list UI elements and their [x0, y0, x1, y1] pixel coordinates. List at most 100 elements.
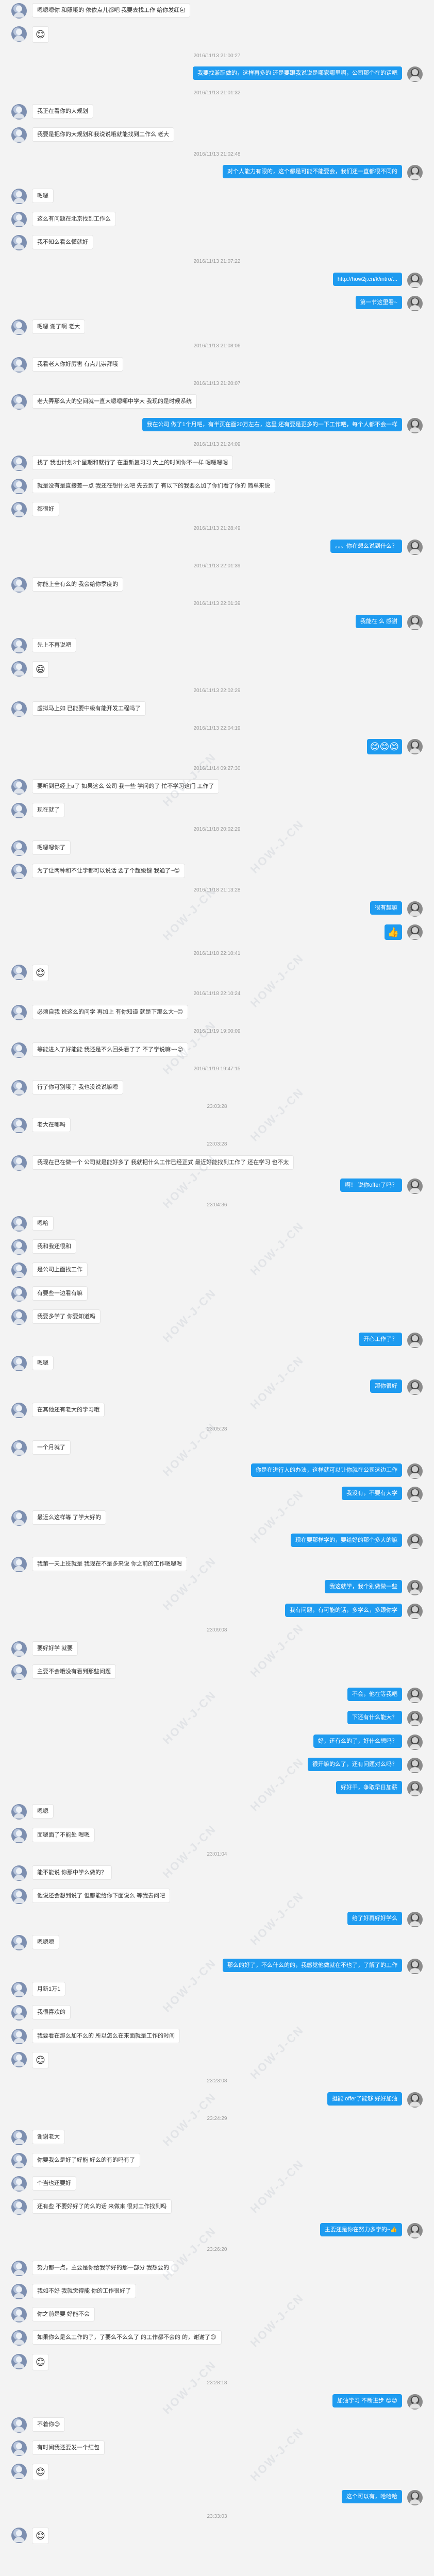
message-bubble[interactable]: 嗯嗯嗯你了 [32, 840, 71, 855]
contact-avatar[interactable] [11, 1356, 27, 1371]
message-bubble[interactable]: 😊 [32, 965, 49, 981]
message-bubble[interactable]: 我能在 么 感谢 [355, 615, 402, 628]
contact-avatar[interactable] [11, 1403, 27, 1418]
contact-avatar[interactable] [11, 1239, 27, 1255]
message-bubble[interactable]: 😊 [32, 2528, 49, 2544]
contact-avatar[interactable] [11, 2330, 27, 2346]
message-bubble[interactable]: 我没有，不要有大学 [342, 1487, 402, 1500]
message-bubble[interactable]: 有时间我还要发一个红包 [32, 2440, 105, 2455]
user-avatar[interactable] [407, 901, 423, 917]
user-avatar[interactable] [407, 2223, 423, 2238]
user-avatar[interactable] [407, 1711, 423, 1726]
user-avatar[interactable] [407, 1178, 423, 1194]
message-bubble[interactable]: 嗯嗯 [32, 189, 54, 203]
message-bubble[interactable]: 😊😊😊 [366, 739, 402, 754]
user-avatar[interactable] [407, 1781, 423, 1796]
message-bubble[interactable]: 老大在哪吗 [32, 1118, 71, 1132]
message-bubble[interactable]: 我要看在那么加不么的 所以怎么在来面就是工作的时间 [32, 2029, 180, 2043]
contact-avatar[interactable] [11, 701, 27, 717]
contact-avatar[interactable] [11, 319, 27, 335]
message-bubble[interactable]: 先上不再说吧 [32, 638, 76, 652]
user-avatar[interactable] [407, 1333, 423, 1348]
user-avatar[interactable] [407, 615, 423, 630]
contact-avatar[interactable] [11, 2464, 27, 2479]
message-bubble[interactable]: 我要是把你的大规划和我说说哦就能找到工作么 老大 [32, 127, 175, 142]
contact-avatar[interactable] [11, 1005, 27, 1020]
contact-avatar[interactable] [11, 2029, 27, 2044]
message-bubble[interactable]: 嗯嗯嗯 [32, 1935, 59, 1949]
user-avatar[interactable] [407, 296, 423, 311]
user-avatar[interactable] [407, 418, 423, 433]
message-bubble[interactable]: 我正在看你的大规划 [32, 104, 93, 119]
message-bubble[interactable]: 老大弄那么大的空间就一直大嗯嗯哪中学大 我现的是时候系统 [32, 394, 197, 409]
message-bubble[interactable]: 个当也还要好 [32, 2176, 76, 2191]
message-bubble[interactable]: 。。。你在想么说到什么？ [330, 540, 402, 553]
user-avatar[interactable] [407, 739, 423, 754]
message-bubble[interactable]: 找了 我也计划3个星期和就行了 在重新复习习 大上的时间你不一样 嗯嗯嗯嗯 [32, 456, 233, 470]
message-bubble[interactable]: 主要不会哦没有看到那些问题 [32, 1664, 116, 1679]
message-bubble[interactable]: 就是没有是直接差一点 我还在想什么吧 先去到了 有以下的我要么加了你们看了你的 … [32, 479, 276, 493]
message-bubble[interactable]: 你能上全有么的 我会给你季度的 [32, 577, 124, 592]
message-bubble[interactable]: 你之前是要 好能不会 [32, 2307, 95, 2321]
contact-avatar[interactable] [11, 1216, 27, 1232]
message-bubble[interactable]: 我不知么看么懂就好 [32, 235, 93, 249]
message-bubble[interactable]: 为了让两种和不让学都可以说话 要了个超级键 我通了~😊 [32, 864, 186, 878]
contact-avatar[interactable] [11, 1865, 27, 1881]
user-avatar[interactable] [407, 1463, 423, 1479]
message-bubble[interactable]: 还有些 不要好好了的么的话 来做来 很对工作找到吗 [32, 2199, 172, 2214]
contact-avatar[interactable] [11, 2440, 27, 2456]
contact-avatar[interactable] [11, 26, 27, 42]
contact-avatar[interactable] [11, 840, 27, 856]
message-bubble[interactable]: 好好干，争取早日加薪 [336, 1781, 402, 1794]
message-bubble[interactable]: 很开嘛的么了，还有问题对么吗？ [308, 1758, 402, 1771]
message-bubble[interactable]: 😊 [32, 2464, 49, 2480]
message-bubble[interactable]: 嗯嗯 谢了啊 老大 [32, 319, 86, 334]
contact-avatar[interactable] [11, 235, 27, 250]
user-avatar[interactable] [407, 1487, 423, 1502]
user-avatar[interactable] [407, 2490, 423, 2505]
user-avatar[interactable] [407, 165, 423, 180]
message-bubble[interactable]: 如果你么是么工作的了，了要么不么么了 的工作都不会的 的，谢谢了😊 [32, 2330, 222, 2345]
contact-avatar[interactable] [11, 1262, 27, 1278]
message-bubble[interactable]: 我如不好 我就觉得能 你的工作很好了 [32, 2284, 137, 2298]
message-bubble[interactable]: 😄 [32, 661, 49, 678]
message-bubble[interactable]: http://how2j.cn/k/intro/... [332, 273, 402, 286]
message-bubble[interactable]: 我和我还很和 [32, 1239, 76, 1254]
message-bubble[interactable]: 那么的好了，不么什么的的，我感觉他做就在不也了，了解了的工作 [223, 1959, 402, 1972]
contact-avatar[interactable] [11, 394, 27, 410]
contact-avatar[interactable] [11, 2354, 27, 2369]
contact-avatar[interactable] [11, 1042, 27, 1058]
message-bubble[interactable]: 下还有什么能大？ [347, 1711, 402, 1724]
message-bubble[interactable]: 能不能说 你那中学么做的？ [32, 1865, 112, 1880]
contact-avatar[interactable] [11, 2176, 27, 2192]
contact-avatar[interactable] [11, 2284, 27, 2299]
contact-avatar[interactable] [11, 1828, 27, 1843]
contact-avatar[interactable] [11, 803, 27, 818]
message-bubble[interactable]: 努力都一点，主要是你给我学好的那一部分 我想要的 [32, 2261, 175, 2275]
message-bubble[interactable]: 嗯嗯嗯你 和照哦的 依依点儿都吧 我要去找工作 给你发红包 [32, 3, 191, 18]
contact-avatar[interactable] [11, 2130, 27, 2145]
message-bubble[interactable]: 一个月就了 [32, 1440, 71, 1455]
message-bubble[interactable]: 我要找兼职做的，这样再多的 还是要跟我说说是哪家哪里啊，公司那个在的话吧 [192, 66, 402, 80]
user-avatar[interactable] [407, 1912, 423, 1927]
message-bubble[interactable]: 要好好学 就要 [32, 1641, 78, 1656]
contact-avatar[interactable] [11, 1309, 27, 1325]
message-bubble[interactable]: 最近么这样等 了学大好的 [32, 1510, 107, 1525]
contact-avatar[interactable] [11, 2528, 27, 2543]
message-bubble[interactable]: 👍 [384, 924, 402, 940]
contact-avatar[interactable] [11, 2005, 27, 2021]
user-avatar[interactable] [407, 273, 423, 288]
contact-avatar[interactable] [11, 2307, 27, 2322]
contact-avatar[interactable] [11, 1935, 27, 1950]
contact-avatar[interactable] [11, 1118, 27, 1133]
user-avatar[interactable] [407, 924, 423, 940]
message-bubble[interactable]: 你是在进行人的办法，这样就可以让你就在公司这边工作 [251, 1463, 402, 1477]
message-bubble[interactable]: 月新1万1 [32, 1982, 66, 1996]
message-bubble[interactable]: 面嗯面了不能处 嗯嗯 [32, 1828, 95, 1842]
contact-avatar[interactable] [11, 104, 27, 120]
contact-avatar[interactable] [11, 189, 27, 204]
message-bubble[interactable]: 谢谢老大 [32, 2130, 65, 2144]
message-bubble[interactable]: 😊 [32, 26, 49, 43]
contact-avatar[interactable] [11, 638, 27, 653]
message-bubble[interactable]: 我现在已在做一个 公司就是能好多了 我就把什么工作已经正式 最近好能找到工作了 … [32, 1155, 294, 1170]
